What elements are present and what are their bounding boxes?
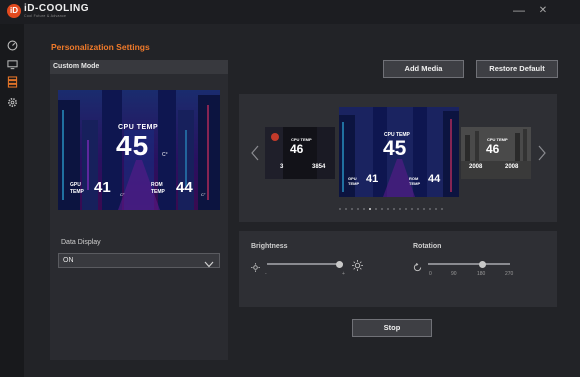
brightness-slider-thumb[interactable] — [335, 261, 343, 268]
thumb-center-value: 45 — [383, 137, 407, 160]
rom-label-line2: TEMP — [151, 189, 165, 195]
main-content: Personalization Settings Custom Mode CPU… — [24, 24, 580, 377]
thumb-left-small-2: 3854 — [312, 164, 326, 170]
thumb-right-value: 46 — [486, 142, 500, 156]
rotation-tick: 270 — [505, 271, 514, 277]
close-button[interactable]: ✕ — [536, 4, 550, 18]
brightness-high-icon — [352, 258, 363, 276]
brightness-max-mark: + — [342, 271, 345, 277]
carousel-pagination — [339, 208, 443, 210]
settings-icon[interactable] — [5, 95, 19, 109]
thumb-center-rom-label-2: TEMP — [409, 181, 421, 186]
chevron-left-icon[interactable] — [250, 144, 260, 162]
chevron-right-icon[interactable] — [537, 144, 547, 162]
add-media-button[interactable]: Add Media — [383, 60, 464, 78]
thumb-right-small-1: 2008 — [469, 164, 483, 170]
cpu-temp-unit: C° — [162, 152, 168, 158]
restore-default-button[interactable]: Restore Default — [476, 60, 558, 78]
carousel-dot[interactable] — [411, 208, 413, 210]
brightness-label: Brightness — [251, 243, 288, 250]
theme-thumb-selected[interactable]: CPU TEMP 45 GPU TEMP 41 ROM TEMP 44 — [339, 107, 459, 197]
carousel-dot[interactable] — [369, 208, 371, 210]
logo-name: iD-COOLING — [24, 3, 89, 14]
rotation-tick: 180 — [477, 271, 486, 277]
brightness-min-mark: - — [265, 271, 267, 277]
rom-label-line1: ROM — [151, 182, 163, 188]
minimize-button[interactable]: — — [512, 3, 526, 17]
carousel-dot[interactable] — [345, 208, 347, 210]
monitor-icon[interactable] — [5, 57, 19, 71]
chevron-down-icon — [204, 256, 214, 268]
logo-tagline: Cool Future & Advance — [24, 14, 67, 18]
carousel-dot[interactable] — [375, 208, 377, 210]
thumb-center-gpu-label-2: TEMP — [348, 181, 360, 186]
carousel-dot[interactable] — [405, 208, 407, 210]
carousel-dot[interactable] — [363, 208, 365, 210]
mode-header: Custom Mode — [50, 60, 228, 74]
brightness-slider[interactable] — [267, 263, 343, 265]
carousel-dot[interactable] — [351, 208, 353, 210]
gpu-label-line2: TEMP — [70, 189, 84, 195]
rotation-tick: 0 — [429, 271, 432, 277]
rom-temp-unit: C° — [201, 192, 206, 197]
mode-label: Custom Mode — [53, 63, 100, 70]
brand-logo: iD iD-COOLING Cool Future & Advance — [7, 4, 89, 19]
carousel-dot[interactable] — [339, 208, 341, 210]
carousel-dot[interactable] — [393, 208, 395, 210]
lcd-stack-icon[interactable] — [5, 75, 19, 89]
rotation-tick: 90 — [451, 271, 457, 277]
carousel-dot[interactable] — [441, 208, 443, 210]
cpu-temp-value: 45 — [116, 130, 150, 161]
carousel-dot[interactable] — [399, 208, 401, 210]
carousel-dot[interactable] — [381, 208, 383, 210]
rom-temp-value: 44 — [176, 179, 193, 196]
theme-carousel: CPU TEMP 46 3 3854 CPU TEMP 45 GPU TEMP … — [239, 94, 557, 222]
data-display-select[interactable]: ON — [58, 253, 220, 268]
data-display-value: ON — [63, 257, 74, 264]
thumb-right-small-2: 2008 — [505, 164, 519, 170]
thumb-left-small-1: 3 — [280, 164, 284, 170]
app-window: iD iD-COOLING Cool Future & Advance — ✕ … — [0, 0, 580, 377]
carousel-dot[interactable] — [387, 208, 389, 210]
carousel-dot[interactable] — [417, 208, 419, 210]
rotation-slider[interactable] — [428, 263, 510, 265]
rotation-label: Rotation — [413, 243, 442, 250]
screen-preview: CPU TEMP 45 C° GPU TEMP 41 C° ROM TEMP 4… — [58, 90, 220, 210]
theme-thumb-left[interactable]: CPU TEMP 46 3 3854 — [265, 127, 335, 179]
rotate-icon — [413, 259, 422, 277]
brightness-low-icon — [251, 259, 260, 277]
theme-thumb-right[interactable]: CPU TEMP 46 2008 2008 — [461, 127, 531, 179]
gpu-temp-value: 41 — [94, 179, 111, 196]
thumb-center-rom-value: 44 — [428, 173, 441, 185]
thumb-center-gpu-value: 41 — [366, 173, 379, 185]
stop-button[interactable]: Stop — [352, 319, 432, 337]
gpu-temp-unit: C° — [120, 192, 125, 197]
carousel-dot[interactable] — [429, 208, 431, 210]
sidebar — [0, 24, 24, 377]
page-title: Personalization Settings — [51, 42, 150, 52]
data-display-label: Data Display — [61, 239, 101, 246]
display-controls: Brightness - + Rotation 0 90 180 270 — [239, 231, 557, 307]
custom-mode-panel: Custom Mode CPU TEMP 45 C° GPU TEMP 41 C… — [50, 60, 228, 360]
carousel-dot[interactable] — [357, 208, 359, 210]
logo-mark: iD — [7, 4, 21, 18]
rotation-slider-thumb[interactable] — [479, 261, 487, 268]
gpu-label-line1: GPU — [70, 182, 81, 188]
carousel-dot[interactable] — [423, 208, 425, 210]
carousel-dot[interactable] — [435, 208, 437, 210]
title-bar: iD iD-COOLING Cool Future & Advance — ✕ — [0, 0, 580, 24]
thumb-left-value: 46 — [290, 142, 304, 156]
speedometer-icon[interactable] — [5, 38, 19, 52]
